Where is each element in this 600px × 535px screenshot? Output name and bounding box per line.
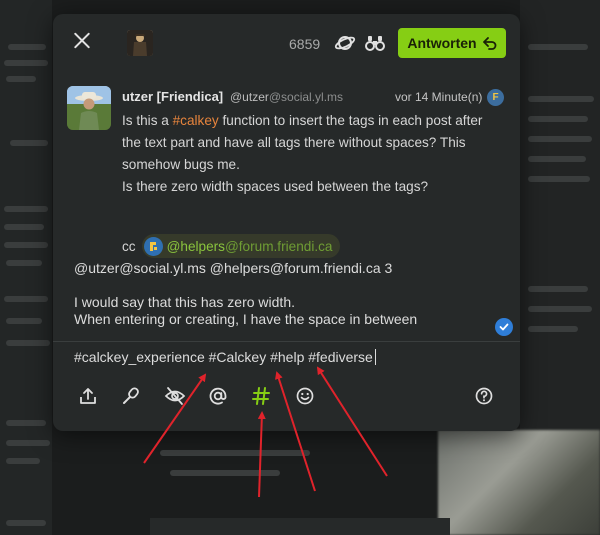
background-text [528,306,592,312]
background-text [528,326,578,332]
emoji-icon [296,387,314,405]
helpers-logo-icon [149,241,157,251]
background-text [4,60,48,66]
background-text [8,44,46,50]
background-text [4,242,48,248]
background-text [6,340,50,346]
planet-icon [334,36,356,50]
background-image [438,430,600,535]
background-text [528,96,594,102]
check-badge-icon [495,318,513,336]
compose-header: 6859 Antworten [53,14,520,72]
background-text [10,140,48,146]
note-cc: cc @helpers @forum.friendi.ca [122,234,341,258]
background-text [4,206,48,212]
author-handle-host: @social.yl.ms [268,90,344,104]
hashtags-value: #calckey_experience #Calckey #help #fedi… [74,349,373,365]
background-text [528,286,588,292]
compose-dialog: 6859 Antworten utzer [Friendica] @utzer@… [53,14,520,431]
mention-chip[interactable]: @helpers @forum.friendi.ca [141,234,341,258]
instance-badge: F [487,89,504,106]
help-button[interactable] [472,384,496,408]
friendica-icon: F [492,92,499,103]
background-text [160,450,310,456]
account-avatar[interactable] [127,30,153,56]
eye-slash-icon [164,387,186,405]
emoji-button[interactable] [293,384,317,408]
hashtag-button[interactable] [249,384,273,408]
upload-button[interactable] [76,384,100,408]
background-footer [150,518,450,535]
author-handle[interactable]: @utzer@social.yl.ms [230,90,343,104]
mention-button[interactable] [206,384,230,408]
cc-label: cc [122,238,136,254]
background-text [528,176,590,182]
poll-button[interactable] [119,384,143,408]
background-text [528,44,588,50]
help-icon [475,387,493,405]
note-text: Is this a [122,113,173,128]
microphone-icon [123,387,139,404]
reply-button[interactable]: Antworten [398,28,506,58]
draft-line: I would say that this has zero width. [74,294,295,310]
hashtags-input[interactable]: #calckey_experience #Calckey #help #fedi… [74,349,494,365]
background-text [6,520,46,526]
mention-user: @helpers [166,238,225,254]
text-caret [374,349,376,365]
background-text [6,318,42,324]
background-text [4,224,44,230]
account-avatar-image [127,30,153,56]
draft-line: When entering or creating, I have the sp… [74,311,418,327]
upload-icon [80,388,96,404]
visibility-icon[interactable] [334,33,356,53]
background-text [170,470,280,476]
reply-arrow-icon [482,37,496,50]
mention-host: @forum.friendi.ca [224,238,333,254]
content-warning-button[interactable] [163,384,187,408]
author-name[interactable]: utzer [Friendica] [122,89,223,104]
checkmark-icon [499,323,509,331]
divider [53,341,520,342]
reply-button-label: Antworten [407,35,477,51]
at-sign-icon [209,387,227,405]
hashtag-icon [252,387,270,405]
background-text [6,260,42,266]
background-text [6,440,50,446]
author-avatar-image [67,86,111,130]
background-text [6,458,40,464]
note-text: Is there zero width spaces used between … [122,179,429,194]
draft-line: @utzer@social.yl.ms @helpers@forum.frien… [74,260,393,276]
author-avatar[interactable] [67,86,111,130]
note-hashtag-link[interactable]: #calkey [173,113,219,128]
compose-toolbar [53,382,520,412]
note-body: Is this a #calkey function to insert the… [122,110,502,198]
author-handle-user: @utzer [230,90,269,104]
replied-note: utzer [Friendica] @utzer@social.yl.ms vo… [67,86,507,258]
close-button[interactable] [69,28,95,54]
background-text [4,296,48,302]
local-only-icon[interactable] [365,33,385,53]
note-timestamp[interactable]: vor 14 Minute(n) [395,90,482,104]
mention-avatar [143,236,163,256]
character-count: 6859 [289,36,321,52]
binoculars-icon [365,36,385,51]
background-text [528,136,592,142]
background-text [6,76,36,82]
background-text [528,116,588,122]
compose-textarea[interactable]: @utzer@social.yl.ms @helpers@forum.frien… [74,260,494,328]
background-text [6,420,46,426]
background-text [528,156,586,162]
